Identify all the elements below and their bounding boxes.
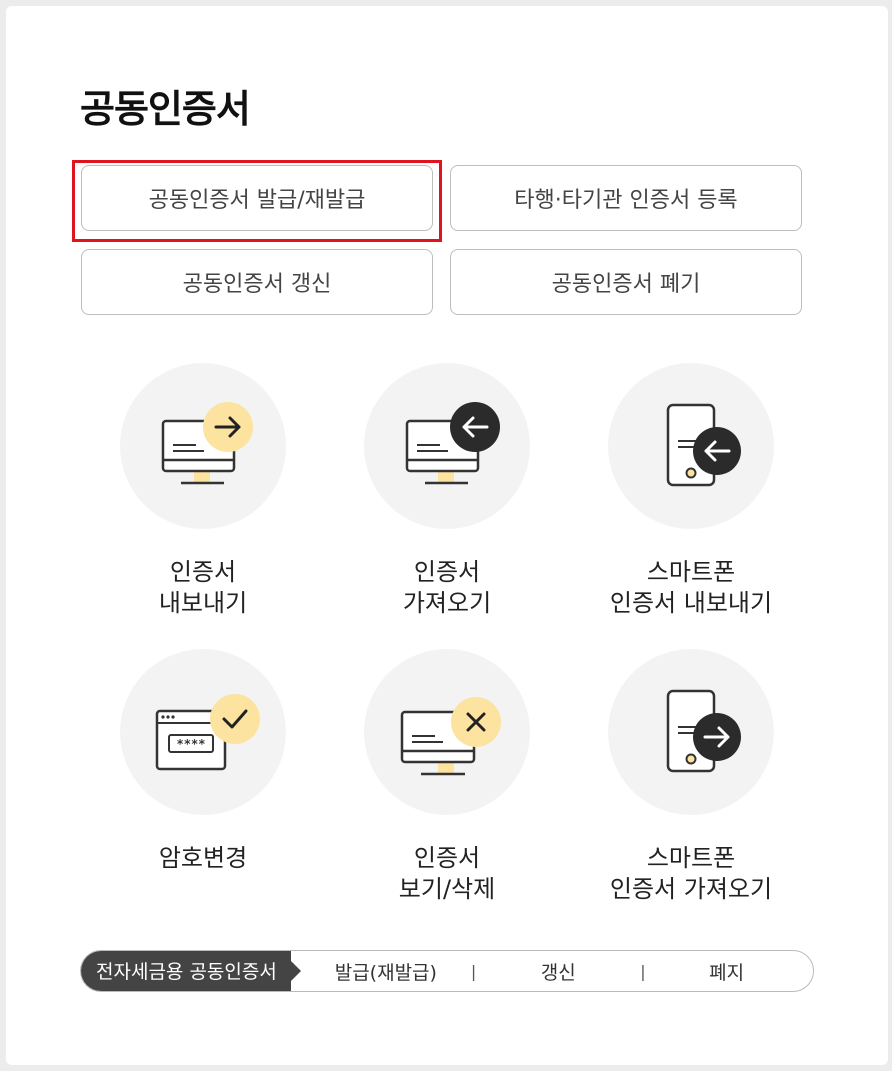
register-other-cert-button[interactable]: 타행·타기관 인증서 등록 <box>450 165 802 231</box>
tile-label: 인증서 보기/삭제 <box>398 844 496 903</box>
tax-cert-issue-link[interactable]: 발급(재발급) <box>301 958 471 985</box>
tile-icon-bg <box>364 363 530 529</box>
tile-label: 인증서 가져오기 <box>402 558 492 617</box>
phone-export-icon <box>666 403 741 487</box>
svg-text:****: **** <box>177 737 206 751</box>
tile-label: 인증서 내보내기 <box>158 558 248 617</box>
tile-cert-view-delete[interactable]: 인증서 보기/삭제 <box>325 649 569 905</box>
password-change-icon: **** <box>155 694 260 771</box>
tile-icon-bg <box>608 649 774 815</box>
tile-phone-export[interactable]: 스마트폰 인증서 내보내기 <box>569 363 813 619</box>
tile-icon-bg <box>120 363 286 529</box>
phone-import-icon <box>666 689 741 773</box>
renew-cert-button[interactable]: 공동인증서 갱신 <box>81 249 433 315</box>
monitor-delete-icon <box>400 697 501 776</box>
tile-label: 스마트폰 인증서 가져오기 <box>609 844 773 903</box>
tax-cert-renew-link[interactable]: 갱신 <box>476 958 640 985</box>
tile-cert-import[interactable]: 인증서 가져오기 <box>325 363 569 619</box>
tax-cert-tag: 전자세금용 공동인증서 <box>81 951 301 991</box>
tax-cert-revoke-link[interactable]: 폐지 <box>646 958 808 985</box>
tile-cert-export[interactable]: 인증서 내보내기 <box>81 363 325 619</box>
tile-label: 스마트폰 인증서 내보내기 <box>609 558 773 617</box>
tile-icon-bg: **** <box>120 649 286 815</box>
tile-icon-bg <box>608 363 774 529</box>
tax-cert-bar: 전자세금용 공동인증서 발급(재발급) | 갱신 | 폐지 <box>80 950 814 992</box>
issue-reissue-button[interactable]: 공동인증서 발급/재발급 <box>81 165 433 231</box>
tile-label: 암호변경 <box>158 844 248 872</box>
page-title: 공동인증서 <box>80 87 251 131</box>
revoke-cert-button[interactable]: 공동인증서 폐기 <box>450 249 802 315</box>
monitor-import-icon <box>405 402 500 485</box>
tile-password-change[interactable]: **** 암호변경 <box>81 649 325 874</box>
tile-icon-bg <box>364 649 530 815</box>
monitor-export-icon <box>161 402 253 485</box>
tile-phone-import[interactable]: 스마트폰 인증서 가져오기 <box>569 649 813 905</box>
